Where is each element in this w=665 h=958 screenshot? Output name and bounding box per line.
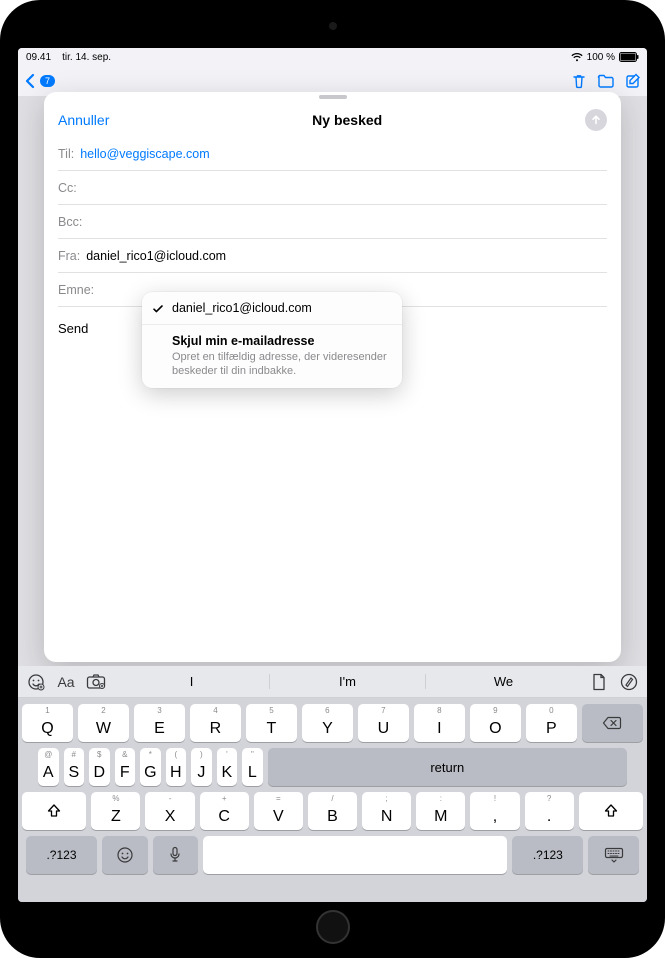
hide-email-title: Skjul min e-mailadresse: [172, 334, 390, 348]
to-value[interactable]: hello@veggiscape.com: [80, 147, 209, 161]
folder-icon[interactable]: [597, 74, 615, 88]
key-e[interactable]: 3E: [134, 704, 185, 742]
compose-sheet: Annuller Ny besked Til: hello@veggiscape…: [44, 92, 621, 662]
back-icon[interactable]: [24, 73, 36, 89]
key-f[interactable]: &F: [115, 748, 136, 786]
compose-title: Ny besked: [312, 112, 382, 128]
from-popover: daniel_rico1@icloud.com Skjul min e-mail…: [142, 292, 402, 388]
from-field[interactable]: Fra: daniel_rico1@icloud.com: [58, 239, 607, 273]
text-format-icon[interactable]: Aa: [54, 670, 78, 694]
return-key[interactable]: return: [268, 748, 627, 786]
ipad-frame: 09.41 tir. 14. sep. 100 % 7: [0, 0, 665, 958]
hide-keyboard-key[interactable]: [588, 836, 639, 874]
key-c[interactable]: +C: [200, 792, 249, 830]
bcc-field[interactable]: Bcc:: [58, 205, 607, 239]
key-n[interactable]: ;N: [362, 792, 411, 830]
cc-label: Cc:: [58, 181, 77, 195]
popover-hide-email[interactable]: Skjul min e-mailadresse Opret en tilfæld…: [142, 325, 402, 388]
unread-badge: 7: [40, 75, 55, 87]
dictation-key[interactable]: [153, 836, 199, 874]
suggestion-1[interactable]: I: [114, 674, 270, 689]
key-r[interactable]: 4R: [190, 704, 241, 742]
battery-percent: 100 %: [587, 52, 615, 63]
spacebar-key[interactable]: [203, 836, 507, 874]
status-left: 09.41 tir. 14. sep.: [26, 52, 111, 63]
status-right: 100 %: [571, 52, 639, 63]
wifi-icon: [571, 53, 583, 62]
bcc-label: Bcc:: [58, 215, 82, 229]
key-k[interactable]: 'K: [217, 748, 238, 786]
key-.[interactable]: ?.: [525, 792, 574, 830]
hide-email-subtitle: Opret en tilfældig adresse, der viderese…: [172, 350, 390, 379]
key-j[interactable]: )J: [191, 748, 212, 786]
status-date: tir. 14. sep.: [62, 52, 111, 63]
cc-field[interactable]: Cc:: [58, 171, 607, 205]
key-b[interactable]: /B: [308, 792, 357, 830]
key-y[interactable]: 6Y: [302, 704, 353, 742]
backspace-key[interactable]: [582, 704, 643, 742]
numbers-key[interactable]: .?123: [26, 836, 97, 874]
key-q[interactable]: 1Q: [22, 704, 73, 742]
markup-icon[interactable]: [617, 670, 641, 694]
key-z[interactable]: %Z: [91, 792, 140, 830]
status-time: 09.41: [26, 52, 51, 63]
key-w[interactable]: 2W: [78, 704, 129, 742]
keyboard: Aa I I'm We 1Q2W3E4R5T6Y7U8I9O0P: [18, 666, 647, 902]
keyboard-keys: 1Q2W3E4R5T6Y7U8I9O0P @A#S$D&F*G(H)J'K"L …: [18, 698, 647, 902]
key-p[interactable]: 0P: [526, 704, 577, 742]
key-i[interactable]: 8I: [414, 704, 465, 742]
key-l[interactable]: "L: [242, 748, 263, 786]
battery-icon: [619, 52, 639, 62]
home-button[interactable]: [316, 910, 350, 944]
suggestion-3[interactable]: We: [426, 674, 581, 689]
subject-label: Emne:: [58, 283, 94, 297]
trash-icon[interactable]: [571, 73, 587, 89]
body-text: Send: [58, 321, 88, 336]
key-s[interactable]: #S: [64, 748, 85, 786]
from-label: Fra:: [58, 249, 80, 263]
numbers-key-right[interactable]: .?123: [512, 836, 583, 874]
shift-key-right[interactable]: [579, 792, 643, 830]
key-t[interactable]: 5T: [246, 704, 297, 742]
emoji-picker-icon[interactable]: [24, 670, 48, 694]
key-m[interactable]: :M: [416, 792, 465, 830]
send-button[interactable]: [585, 109, 607, 131]
suggestion-2[interactable]: I'm: [270, 674, 426, 689]
to-label: Til:: [58, 147, 74, 161]
from-value[interactable]: daniel_rico1@icloud.com: [86, 249, 226, 263]
shift-key[interactable]: [22, 792, 86, 830]
camera-icon[interactable]: [84, 670, 108, 694]
key-h[interactable]: (H: [166, 748, 187, 786]
key-g[interactable]: *G: [140, 748, 161, 786]
key-v[interactable]: =V: [254, 792, 303, 830]
key-o[interactable]: 9O: [470, 704, 521, 742]
key-x[interactable]: -X: [145, 792, 194, 830]
status-bar: 09.41 tir. 14. sep. 100 %: [18, 48, 647, 66]
suggestion-bar: I I'm We: [114, 674, 581, 689]
checkmark-icon: [152, 303, 164, 315]
screen: 09.41 tir. 14. sep. 100 % 7: [18, 48, 647, 902]
compose-icon[interactable]: [625, 73, 641, 89]
front-camera: [329, 22, 337, 30]
key-a[interactable]: @A: [38, 748, 59, 786]
keyboard-toolbar: Aa I I'm We: [18, 666, 647, 698]
selected-email: daniel_rico1@icloud.com: [172, 301, 312, 315]
scan-document-icon[interactable]: [587, 670, 611, 694]
popover-selected-account[interactable]: daniel_rico1@icloud.com: [142, 292, 402, 325]
key-,[interactable]: !,: [470, 792, 519, 830]
compose-header: Annuller Ny besked: [44, 99, 621, 137]
to-field[interactable]: Til: hello@veggiscape.com: [58, 137, 607, 171]
emoji-key[interactable]: [102, 836, 148, 874]
compose-fields: Til: hello@veggiscape.com Cc: Bcc: Fra: …: [44, 137, 621, 307]
cancel-button[interactable]: Annuller: [58, 112, 109, 128]
key-u[interactable]: 7U: [358, 704, 409, 742]
key-d[interactable]: $D: [89, 748, 110, 786]
